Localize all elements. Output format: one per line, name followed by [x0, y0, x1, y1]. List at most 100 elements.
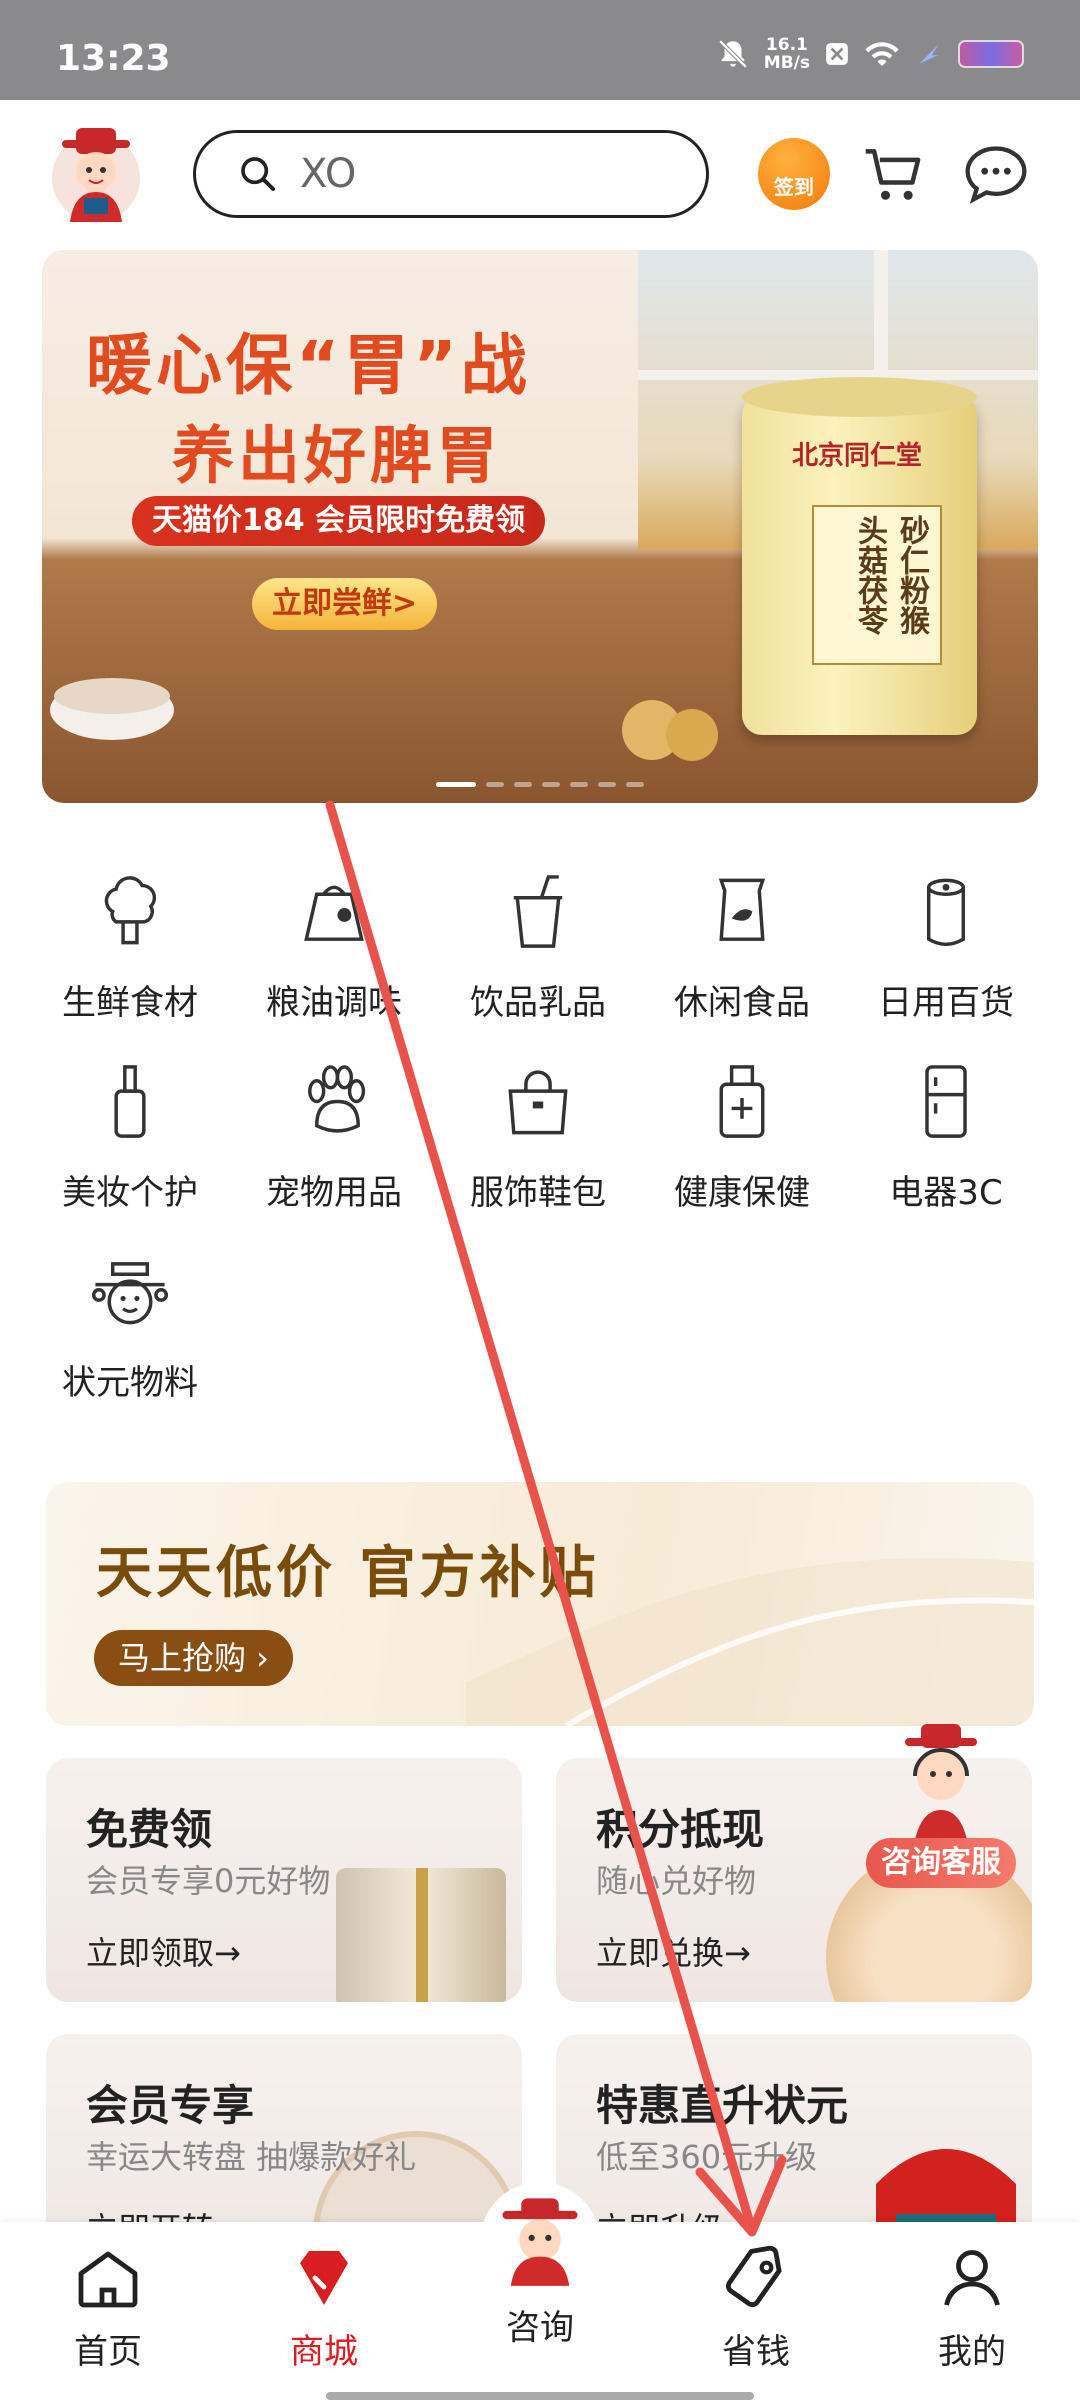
- category-grain-oil[interactable]: 粮油调味: [232, 870, 436, 1024]
- broccoli-icon: [104, 876, 157, 945]
- category-label: 电器3C: [889, 1173, 1003, 1213]
- nav-label: 首页: [74, 2332, 142, 2372]
- message-icon[interactable]: [962, 140, 1030, 208]
- drink-cup-icon: [513, 875, 563, 948]
- buy-now-button[interactable]: 马上抢购 ›: [94, 1630, 293, 1686]
- lowprice-title: 天天低价 官方补贴: [96, 1541, 600, 1606]
- card-title: 会员专享: [86, 2081, 255, 2130]
- home-icon: [78, 2251, 138, 2308]
- category-beauty-care[interactable]: 美妆个护: [28, 1060, 232, 1214]
- banner-dot[interactable]: [542, 782, 560, 787]
- category-label: 生鲜食材: [62, 983, 198, 1023]
- search-input[interactable]: [300, 151, 630, 197]
- card-subtitle: 幸运大转盘 抽爆款好礼: [86, 2138, 417, 2176]
- card-title: 免费领: [86, 1805, 213, 1854]
- home-indicator[interactable]: [326, 2392, 754, 2400]
- wifi-icon: [865, 42, 899, 66]
- product-can-image: 北京同仁堂 砂仁粉猴头菇茯苓: [742, 377, 977, 735]
- claim-now-link[interactable]: 立即领取→: [86, 1928, 241, 1974]
- search-icon: [241, 157, 275, 191]
- category-grid: 生鲜食材 粮油调味 饮品乳品 休闲食品 日用百货 美妆个护 宠物用品 服饰鞋包 …: [28, 870, 1052, 1404]
- search-box[interactable]: [193, 130, 709, 218]
- status-bar: 13:23 16.1 MB/s: [0, 0, 1080, 100]
- handbag-icon: [508, 1070, 568, 1135]
- nav-label: 我的: [938, 2332, 1006, 2372]
- banner-title-line1: 暖心保“胃”战: [86, 327, 531, 404]
- category-label: 饮品乳品: [470, 983, 606, 1023]
- card-title: 特惠直升状元: [596, 2081, 849, 2130]
- product-brand: 北京同仁堂: [792, 441, 923, 471]
- product-name: 砂仁粉猴头菇茯苓: [812, 505, 942, 665]
- can-lid: [742, 377, 977, 417]
- fridge-icon: [925, 1065, 967, 1138]
- banner-dot[interactable]: [626, 782, 644, 787]
- category-label: 健康保健: [674, 1173, 810, 1213]
- snack-bag-icon: [718, 878, 766, 941]
- free-claim-card[interactable]: 免费领 会员专享0元好物 立即领取→: [46, 1758, 522, 2002]
- category-label: 休闲食品: [674, 983, 810, 1023]
- paper-roll-icon: [926, 878, 966, 947]
- banner-title-line2: 养出好脾胃: [172, 419, 503, 492]
- category-drinks[interactable]: 饮品乳品: [436, 870, 640, 1024]
- user-icon: [944, 2250, 1000, 2306]
- banner-promo-text: 天猫价184 会员限时免费领: [132, 496, 546, 546]
- category-label: 服饰鞋包: [470, 1173, 606, 1213]
- checkin-label: 签到: [774, 175, 814, 199]
- nav-consult[interactable]: 咨询: [480, 2198, 600, 2349]
- promo-banner[interactable]: 暖心保“胃”战 养出好脾胃 天猫价184 会员限时免费领 立即尝鲜> 北京同仁堂…: [42, 250, 1038, 803]
- mascot-avatar-icon: [502, 2198, 578, 2286]
- service-mascot-icon: [905, 1724, 977, 1850]
- daily-low-price-banner[interactable]: 天天低价 官方补贴 马上抢购 ›: [46, 1482, 1034, 1726]
- customer-service-float[interactable]: 咨询客服: [866, 1720, 1016, 1900]
- gift-ribbon: [416, 1868, 428, 2002]
- banner-dot[interactable]: [570, 782, 588, 787]
- cosmetic-bottle-icon: [114, 1065, 146, 1138]
- banner-dot[interactable]: [436, 782, 476, 787]
- net-speed-unit: MB/s: [763, 53, 810, 73]
- category-label: 粮油调味: [266, 983, 402, 1023]
- bottom-nav: 首页 商城 咨询 省钱 我的: [0, 2182, 1080, 2408]
- status-time: 13:23: [56, 38, 171, 79]
- paw-icon: [308, 1065, 366, 1133]
- redeem-now-link[interactable]: 立即兑换→: [596, 1928, 751, 1974]
- category-fresh-food[interactable]: 生鲜食材: [28, 870, 232, 1024]
- banner-dot[interactable]: [514, 782, 532, 787]
- service-label: 咨询客服: [866, 1838, 1016, 1888]
- banner-pagination: [42, 782, 1038, 787]
- medicine-bottle-icon: [719, 1065, 765, 1138]
- card-title: 积分抵现: [596, 1805, 765, 1854]
- category-health[interactable]: 健康保健: [640, 1060, 844, 1214]
- charging-icon: [919, 44, 939, 64]
- banner-cta-button[interactable]: 立即尝鲜>: [252, 578, 438, 630]
- banner-dot[interactable]: [486, 782, 504, 787]
- card-subtitle: 会员专享0元好物: [86, 1862, 331, 1900]
- nav-home[interactable]: 首页: [48, 2242, 168, 2373]
- category-daily-goods[interactable]: 日用百货: [844, 870, 1048, 1024]
- category-label: 状元物料: [62, 1363, 198, 1403]
- nav-save-money[interactable]: 省钱: [696, 2242, 816, 2373]
- category-mascot-merch[interactable]: 状元物料: [28, 1250, 232, 1404]
- nav-mall[interactable]: 商城: [264, 2242, 384, 2373]
- nav-mine[interactable]: 我的: [912, 2242, 1032, 2373]
- notification-x-icon: [826, 43, 848, 65]
- header: 签到: [0, 100, 1080, 250]
- mascot-avatar[interactable]: [48, 122, 144, 226]
- rice-sack-icon: [304, 885, 364, 941]
- category-pet-supplies[interactable]: 宠物用品: [232, 1060, 436, 1214]
- category-electronics[interactable]: 电器3C: [844, 1060, 1048, 1214]
- cart-icon[interactable]: [860, 140, 928, 208]
- category-label: 美妆个护: [62, 1173, 198, 1213]
- mascot-face-icon: [91, 1262, 169, 1325]
- mute-icon: [718, 39, 748, 69]
- nav-label: 省钱: [722, 2332, 790, 2372]
- category-label: 宠物用品: [266, 1173, 402, 1213]
- category-apparel-bags[interactable]: 服饰鞋包: [436, 1060, 640, 1214]
- checkin-button[interactable]: 签到: [758, 138, 830, 210]
- banner-dot[interactable]: [598, 782, 616, 787]
- net-speed: 16.1 MB/s: [764, 36, 810, 72]
- status-icons: 16.1 MB/s: [716, 36, 1024, 72]
- category-snacks[interactable]: 休闲食品: [640, 870, 844, 1024]
- nav-label: 咨询: [506, 2308, 574, 2348]
- category-label: 日用百货: [878, 983, 1014, 1023]
- card-subtitle: 低至360元升级: [596, 2138, 818, 2176]
